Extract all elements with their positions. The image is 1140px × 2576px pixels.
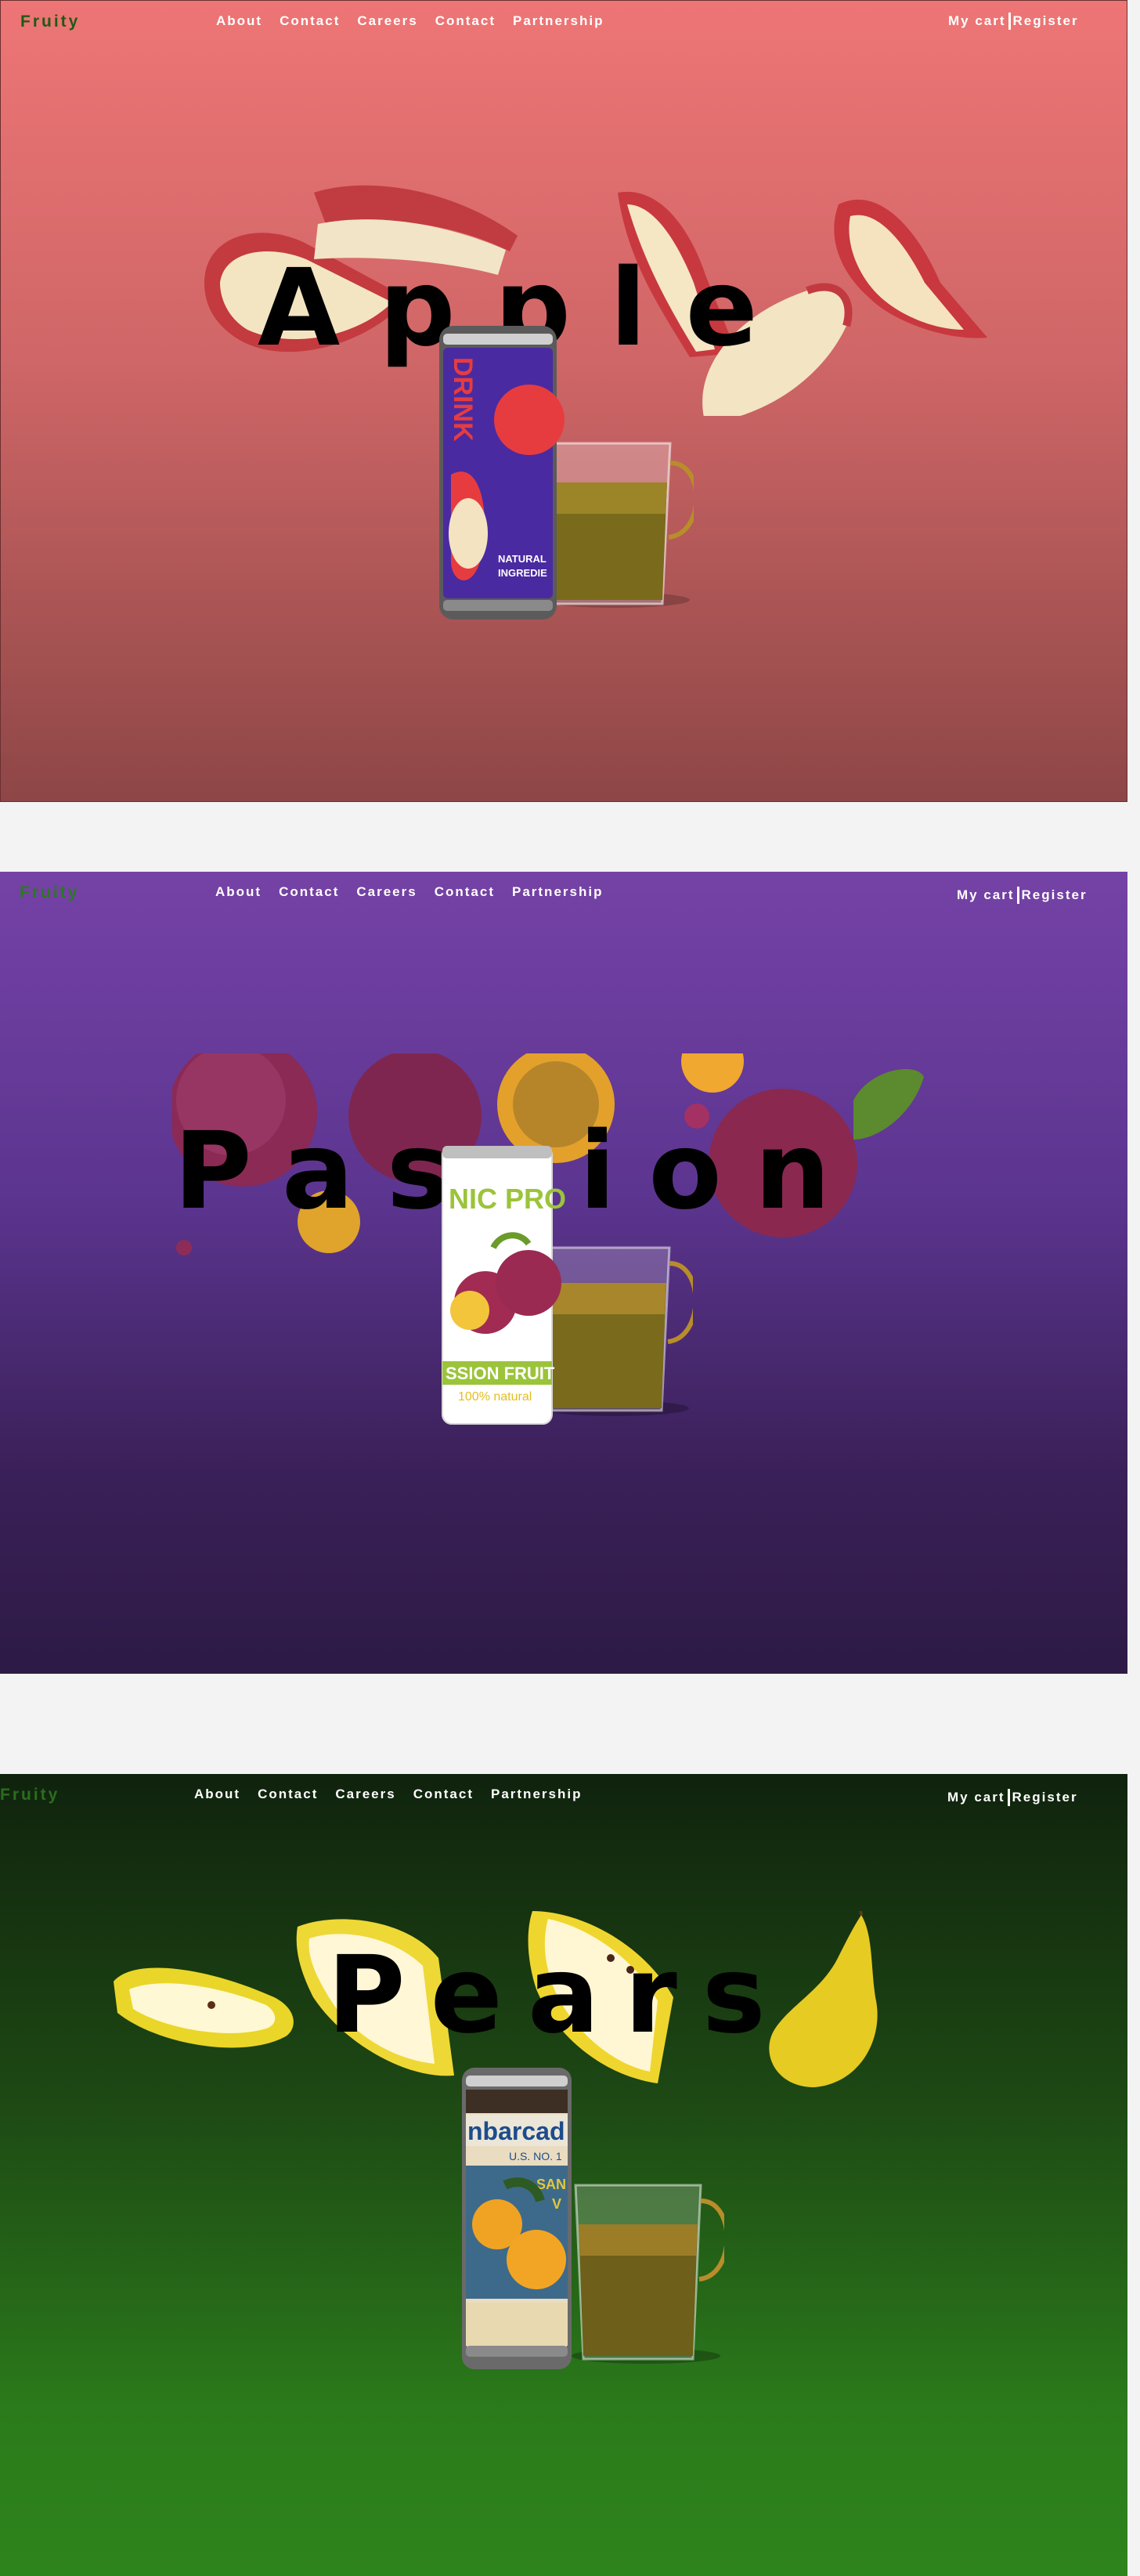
can-label-top: NIC PRO — [449, 1183, 566, 1215]
can-label: SSION FRUIT — [446, 1364, 555, 1383]
nav-about[interactable]: About — [194, 1787, 240, 1802]
passion-drink-product: NIC PRO SSION FRUIT 100% natural — [442, 1146, 693, 1425]
nav-contact-2[interactable]: Contact — [435, 884, 495, 900]
hero-apple: Fruity About Contact Careers Contact Par… — [0, 0, 1127, 802]
svg-text:SAN: SAN — [536, 2177, 566, 2192]
svg-text:U.S. NO. 1: U.S. NO. 1 — [509, 2150, 562, 2162]
logo[interactable]: Fruity — [20, 883, 79, 902]
svg-text:100% natural: 100% natural — [458, 1390, 532, 1404]
nav-contact-2[interactable]: Contact — [435, 13, 496, 29]
main-menu: About Contact Careers Contact Partnershi… — [215, 884, 603, 900]
top-nav: Fruity About Contact Careers Contact Par… — [1, 1, 1127, 48]
passion-can: NIC PRO SSION FRUIT 100% natural — [442, 1146, 566, 1425]
pear-slice-1 — [114, 1967, 294, 2048]
nav-careers[interactable]: Careers — [357, 13, 417, 29]
can-label: nbarcad — [467, 2117, 565, 2145]
nav-partnership[interactable]: Partnership — [512, 884, 603, 900]
nav-contact[interactable]: Contact — [279, 884, 339, 900]
hero-title: Pears — [327, 1934, 791, 2058]
divider — [1008, 13, 1011, 30]
glass-of-juice — [543, 1246, 693, 1412]
register-link[interactable]: Register — [1022, 887, 1088, 903]
pears-drink-product: nbarcad U.S. NO. 1 SAN V — [462, 2068, 724, 2369]
logo[interactable]: Fruity — [20, 13, 80, 31]
glass-of-juice — [543, 442, 694, 605]
pears-can: nbarcad U.S. NO. 1 SAN V — [462, 2068, 572, 2369]
nav-contact[interactable]: Contact — [280, 13, 340, 29]
hero-pears: Fruity About Contact Careers Contact Par… — [0, 1774, 1127, 2576]
svg-text:INGREDIE: INGREDIE — [498, 567, 547, 579]
nav-about[interactable]: About — [215, 884, 262, 900]
account-links: My cart Register — [947, 1789, 1078, 1806]
my-cart-link[interactable]: My cart — [948, 13, 1006, 29]
hero-passion: Fruity About Contact Careers Contact Par… — [0, 872, 1127, 1674]
nav-contact[interactable]: Contact — [258, 1787, 318, 1802]
register-link[interactable]: Register — [1013, 13, 1079, 29]
register-link[interactable]: Register — [1012, 1790, 1078, 1805]
divider — [1016, 887, 1019, 904]
nav-about[interactable]: About — [216, 13, 262, 29]
apple-slice-4 — [834, 199, 987, 338]
account-links: My cart Register — [948, 13, 1079, 30]
nav-contact-2[interactable]: Contact — [413, 1787, 474, 1802]
top-nav: Fruity About Contact Careers Contact Par… — [0, 872, 1127, 919]
nav-careers[interactable]: Careers — [335, 1787, 395, 1802]
apple-can: DRINK NATURAL INGREDIE — [439, 326, 565, 620]
svg-text:NATURAL: NATURAL — [498, 553, 547, 565]
my-cart-link[interactable]: My cart — [947, 1790, 1005, 1805]
apple-drink-product: DRINK NATURAL INGREDIE — [439, 326, 694, 620]
main-menu: About Contact Careers Contact Partnershi… — [216, 13, 604, 29]
nav-careers[interactable]: Careers — [356, 884, 417, 900]
account-links: My cart Register — [957, 887, 1088, 904]
glass-of-juice — [574, 2184, 724, 2361]
main-menu: About Contact Careers Contact Partnershi… — [194, 1787, 582, 1802]
top-nav: Fruity About Contact Careers Contact Par… — [0, 1774, 1127, 1821]
divider — [1007, 1789, 1010, 1806]
nav-partnership[interactable]: Partnership — [491, 1787, 582, 1802]
my-cart-link[interactable]: My cart — [957, 887, 1015, 903]
nav-partnership[interactable]: Partnership — [513, 13, 604, 29]
logo[interactable]: Fruity — [0, 1786, 60, 1805]
svg-text:V: V — [552, 2196, 561, 2212]
can-label: DRINK — [448, 357, 478, 442]
